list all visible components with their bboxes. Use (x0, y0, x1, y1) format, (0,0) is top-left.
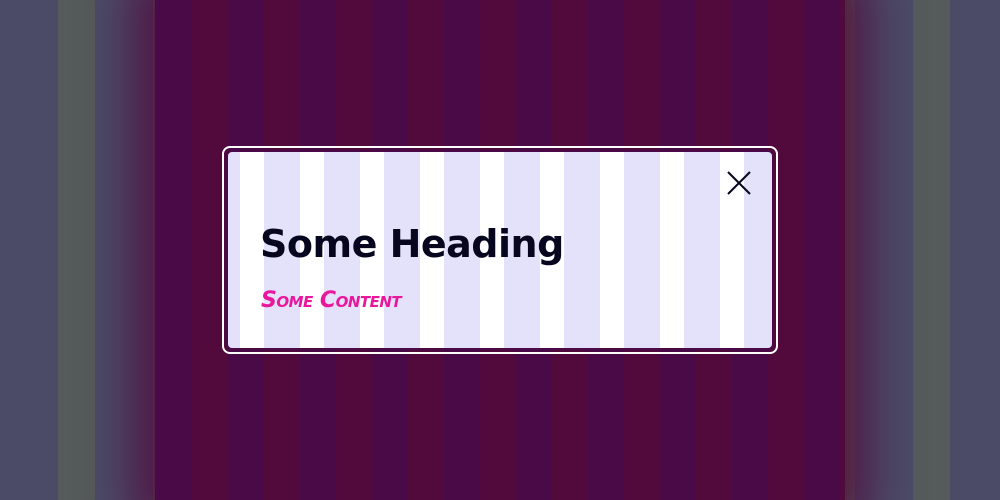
modal-content: Some Content (261, 288, 402, 313)
close-icon (724, 168, 754, 198)
modal-dialog: Some Heading Some Content (222, 146, 778, 354)
modal-body: Some Heading Some Content (226, 150, 774, 350)
close-button[interactable] (724, 168, 754, 198)
modal-heading: Some Heading (260, 222, 564, 266)
